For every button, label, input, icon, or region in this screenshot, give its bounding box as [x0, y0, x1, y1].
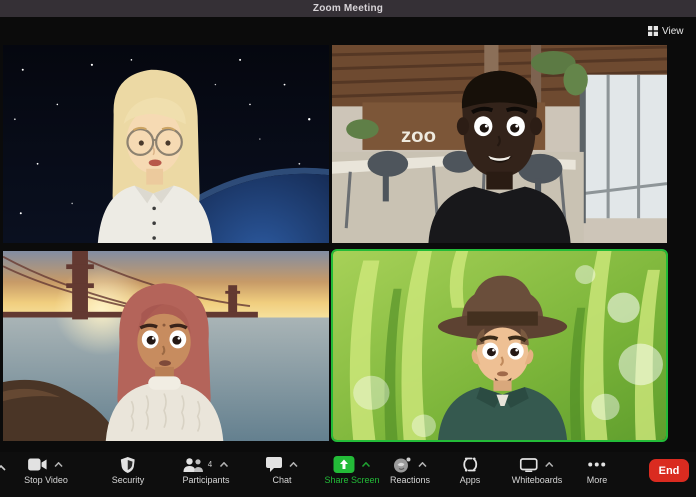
- reactions-button[interactable]: Reactions: [390, 456, 430, 485]
- security-button[interactable]: Security: [112, 456, 145, 485]
- reactions-label: Reactions: [390, 475, 430, 485]
- reactions-emoji-icon: [393, 457, 411, 473]
- whiteboard-icon: [520, 458, 538, 472]
- apps-icon: [462, 457, 477, 472]
- participant-video-bridge-woman[interactable]: [3, 251, 329, 441]
- view-button-label: View: [662, 26, 684, 37]
- whiteboards-label: Whiteboards: [512, 475, 563, 485]
- participant-video-space-woman[interactable]: [3, 45, 329, 243]
- security-label: Security: [112, 475, 145, 485]
- more-dots-icon: [588, 462, 606, 467]
- stop-video-chevron-icon[interactable]: [55, 462, 64, 467]
- grid-view-icon: [648, 26, 658, 36]
- reactions-chevron-icon[interactable]: [418, 462, 427, 467]
- chat-chevron-icon[interactable]: [289, 462, 298, 467]
- participant-video-office-man[interactable]: zoo: [332, 45, 667, 243]
- stop-video-label: Stop Video: [24, 475, 68, 485]
- participants-icon: [184, 458, 204, 472]
- apps-button[interactable]: Apps: [460, 456, 481, 485]
- end-button-label: End: [659, 465, 680, 477]
- participants-label: Participants: [182, 475, 229, 485]
- whiteboards-button[interactable]: Whiteboards: [512, 456, 563, 485]
- chat-bubble-icon: [266, 457, 282, 472]
- participants-button[interactable]: 4 Participants: [182, 456, 229, 485]
- participant-video-grass-man-active[interactable]: [331, 249, 668, 442]
- more-button[interactable]: More: [587, 456, 608, 485]
- avatar-office-man: zoo: [332, 45, 667, 243]
- chat-button[interactable]: Chat: [266, 456, 298, 485]
- participants-chevron-icon[interactable]: [219, 462, 228, 467]
- apps-label: Apps: [460, 475, 481, 485]
- more-label: More: [587, 475, 608, 485]
- stop-video-button[interactable]: Stop Video: [24, 456, 68, 485]
- avatar-grass-man: [333, 251, 666, 440]
- window-titlebar: Zoom Meeting: [0, 0, 696, 17]
- view-button[interactable]: View: [648, 24, 684, 38]
- whiteboards-chevron-icon[interactable]: [545, 462, 554, 467]
- share-screen-label: Share Screen: [324, 475, 379, 485]
- share-screen-icon: [333, 456, 354, 473]
- chat-label: Chat: [272, 475, 291, 485]
- zoom-meeting-window: Zoom Meeting View: [0, 0, 696, 497]
- end-meeting-button[interactable]: End: [649, 459, 689, 482]
- background-sign-text: zoo: [401, 125, 436, 147]
- avatar-space-woman: [3, 45, 329, 243]
- shield-icon: [121, 457, 135, 473]
- share-screen-button[interactable]: Share Screen: [324, 456, 379, 485]
- meeting-toolbar: Stop Video Security 4: [0, 452, 696, 497]
- participants-count: 4: [208, 460, 212, 469]
- mute-chevron-partial[interactable]: [0, 465, 6, 471]
- avatar-bridge-woman: [3, 251, 329, 441]
- window-title: Zoom Meeting: [313, 3, 383, 14]
- video-camera-icon: [29, 458, 48, 471]
- share-screen-chevron-icon[interactable]: [361, 462, 370, 467]
